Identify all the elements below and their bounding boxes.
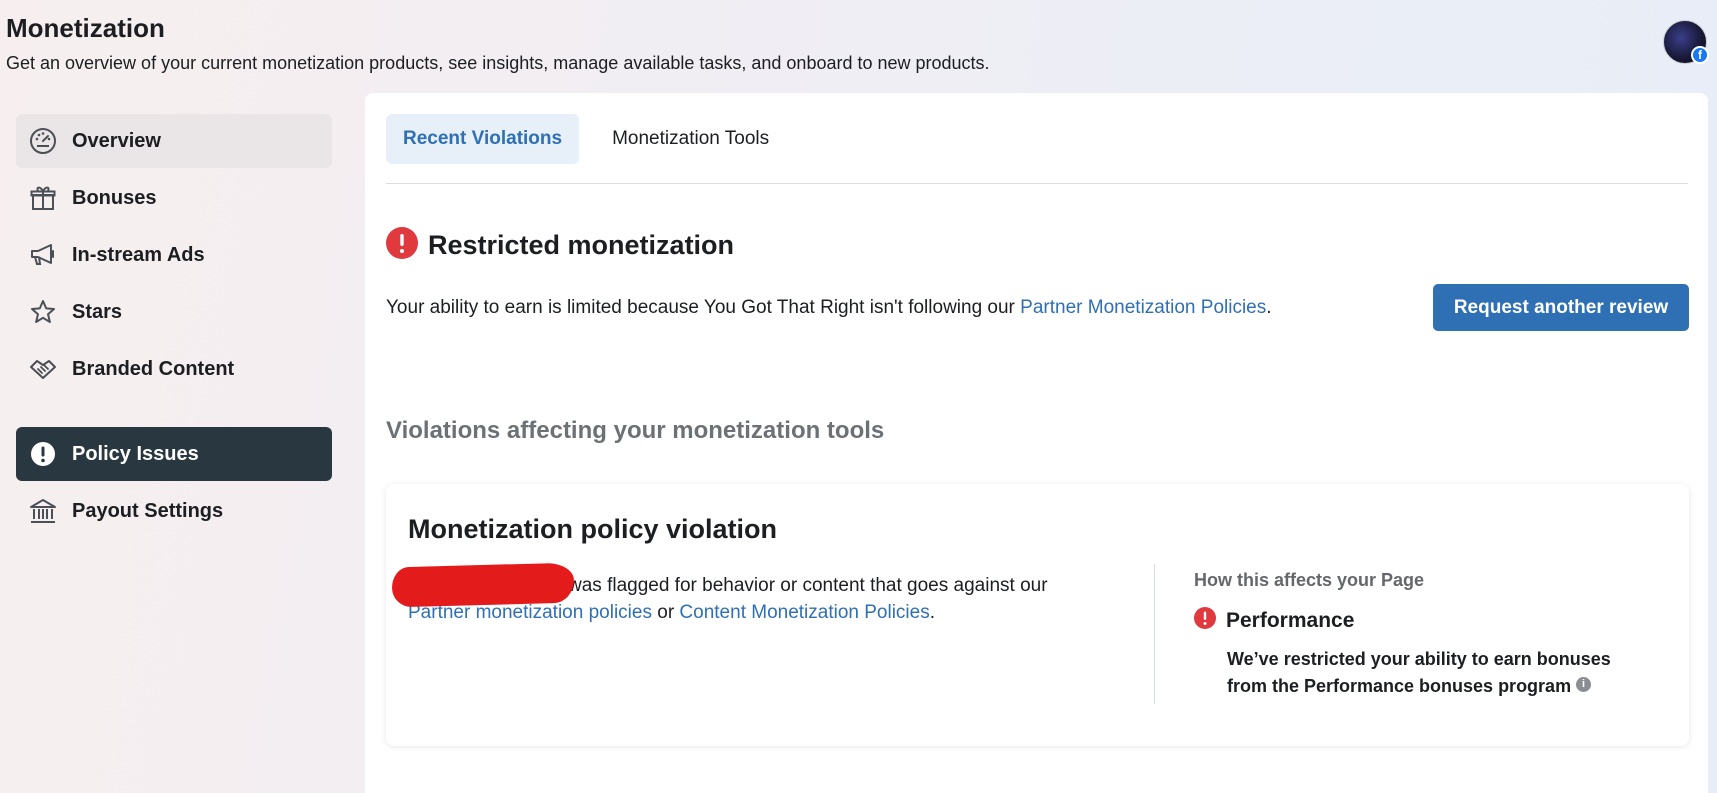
tab-monetization-tools[interactable]: Monetization Tools bbox=[595, 114, 786, 164]
sidebar-item-label: Bonuses bbox=[72, 186, 157, 209]
sidebar-item-label: Overview bbox=[72, 129, 161, 152]
page-title: Monetization bbox=[6, 13, 165, 43]
restricted-desc-end: . bbox=[1266, 297, 1272, 318]
megaphone-icon bbox=[28, 240, 58, 270]
sidebar-item-label: Payout Settings bbox=[72, 499, 224, 522]
sidebar-item-label: Branded Content bbox=[72, 357, 235, 380]
main-panel: Recent Violations Monetization Tools Res… bbox=[365, 93, 1708, 793]
sidebar-item-branded-content[interactable]: Branded Content bbox=[16, 342, 332, 396]
redaction-mark bbox=[391, 562, 575, 608]
performance-title: Performance bbox=[1226, 608, 1355, 632]
gift-icon bbox=[28, 183, 58, 213]
sidebar-item-label: In-stream Ads bbox=[72, 243, 205, 266]
violations-section-heading: Violations affecting your monetization t… bbox=[386, 417, 885, 444]
page-subtitle: Get an overview of your current monetiza… bbox=[6, 53, 990, 73]
content-monetization-policies-link[interactable]: Content Monetization Policies bbox=[679, 602, 929, 623]
tab-recent-violations[interactable]: Recent Violations bbox=[386, 114, 580, 164]
profile-avatar[interactable]: f bbox=[1663, 20, 1709, 64]
handshake-icon bbox=[28, 354, 58, 384]
star-icon bbox=[28, 297, 58, 327]
performance-desc-text: We’ve restricted your ability to earn bo… bbox=[1227, 649, 1611, 696]
restricted-title: Restricted monetization bbox=[428, 230, 735, 260]
partner-monetization-policies-link[interactable]: Partner Monetization Policies bbox=[1020, 297, 1266, 318]
info-icon[interactable]: i bbox=[1576, 677, 1592, 692]
sidebar-item-label: Stars bbox=[72, 300, 123, 323]
sidebar-item-label: Policy Issues bbox=[72, 442, 199, 465]
violation-card-title: Monetization policy violation bbox=[408, 514, 778, 544]
violation-desc-text: was flagged for behavior or content that… bbox=[568, 575, 1048, 596]
alert-icon bbox=[386, 227, 418, 264]
bank-icon bbox=[28, 496, 58, 526]
sidebar-item-stars[interactable]: Stars bbox=[16, 285, 332, 339]
performance-row: Performance bbox=[1194, 607, 1354, 634]
violation-desc-end: . bbox=[929, 602, 936, 623]
sidebar-item-in-stream-ads[interactable]: In-stream Ads bbox=[16, 228, 332, 282]
tab-bar: Recent Violations Monetization Tools bbox=[386, 114, 802, 164]
sidebar-item-payout-settings[interactable]: Payout Settings bbox=[16, 484, 332, 538]
restricted-desc-text: Your ability to earn is limited because … bbox=[386, 297, 1021, 318]
gauge-icon bbox=[28, 126, 58, 156]
card-divider bbox=[1154, 564, 1155, 704]
violation-card: Monetization policy violation was flagge… bbox=[386, 484, 1689, 746]
sidebar-item-overview[interactable]: Overview bbox=[16, 114, 332, 168]
alert-icon bbox=[1194, 607, 1216, 634]
affects-label: How this affects your Page bbox=[1194, 570, 1425, 590]
sidebar-nav: Overview Bonuses In-stream Ads Stars Bra… bbox=[16, 114, 332, 541]
violation-desc-or: or bbox=[651, 602, 680, 623]
request-review-button[interactable]: Request another review bbox=[1433, 284, 1689, 331]
tab-divider bbox=[386, 183, 1688, 184]
restricted-description: Your ability to earn is limited because … bbox=[386, 297, 1272, 319]
sidebar-item-bonuses[interactable]: Bonuses bbox=[16, 171, 332, 225]
alert-icon bbox=[28, 439, 58, 469]
performance-description: We’ve restricted your ability to earn bo… bbox=[1227, 646, 1647, 700]
sidebar-item-policy-issues[interactable]: Policy Issues bbox=[16, 427, 332, 481]
restricted-heading: Restricted monetization bbox=[386, 227, 734, 264]
page-header: Monetization Get an overview of your cur… bbox=[6, 12, 1606, 74]
facebook-badge-icon: f bbox=[1691, 46, 1709, 64]
